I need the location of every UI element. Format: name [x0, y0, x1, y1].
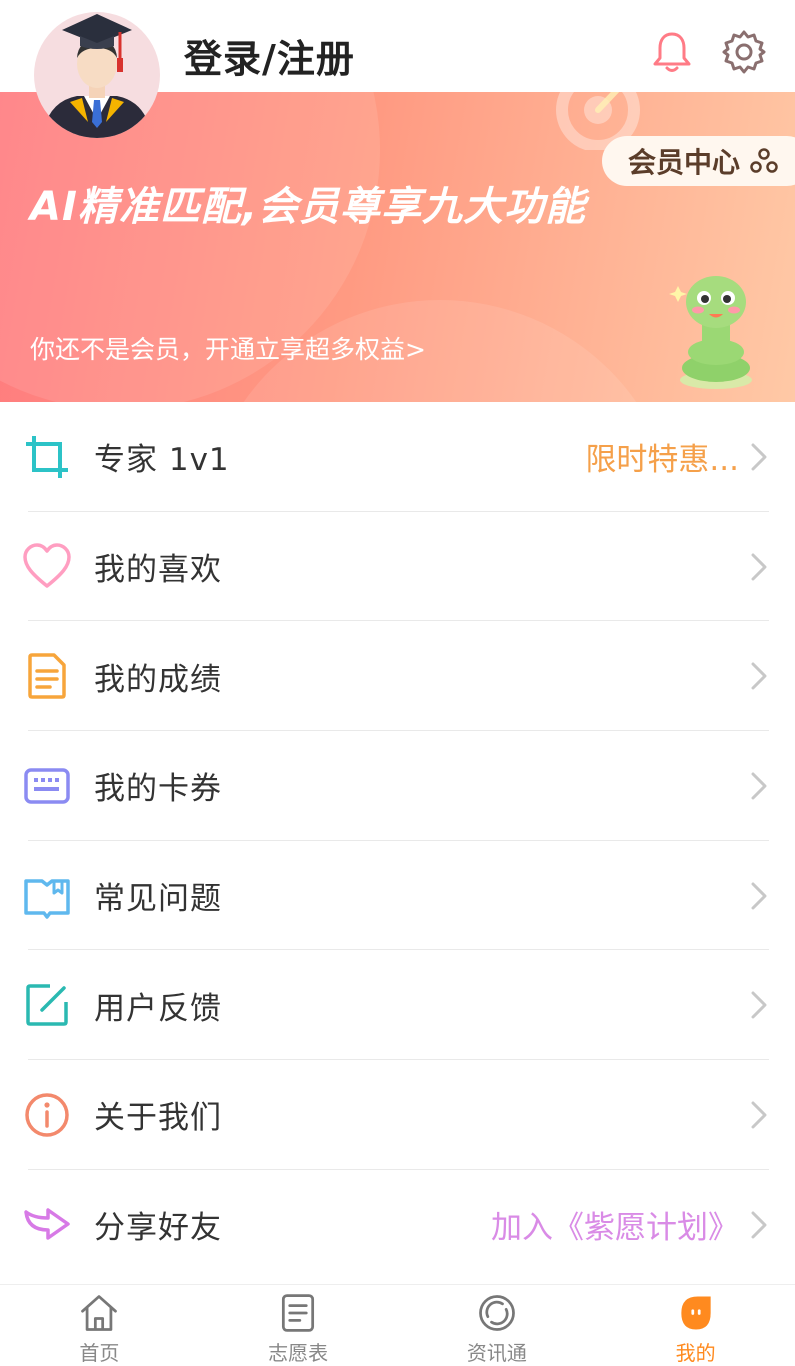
share-icon: [24, 1207, 70, 1240]
crop-icon: [26, 435, 68, 478]
bell-icon[interactable]: [648, 28, 696, 76]
home-icon: [81, 1295, 118, 1331]
menu-list: 专家 1v1 限时特惠... 我的喜欢 我的成绩 我的卡券 常见问题 用户反馈 …: [0, 402, 795, 1280]
menu-item-feedback[interactable]: 用户反馈: [0, 950, 795, 1061]
menu-item-label: 关于我们: [94, 1100, 222, 1137]
tab-home[interactable]: 首页: [0, 1285, 199, 1366]
menu-item-about[interactable]: 关于我们: [0, 1060, 795, 1170]
menu-item-expert[interactable]: 专家 1v1 限时特惠...: [0, 402, 795, 512]
info-icon: [25, 1093, 69, 1137]
member-center-label: 会员中心: [628, 146, 741, 179]
bottom-tab-bar: 首页 志愿表 资讯通 我的: [0, 1284, 795, 1366]
dots-icon: [750, 148, 778, 173]
chevron-right-icon: [751, 991, 767, 1019]
tab-news[interactable]: 资讯通: [398, 1285, 597, 1366]
chevron-right-icon: [751, 443, 767, 471]
book-icon: [24, 878, 70, 919]
menu-item-label: 专家 1v1: [94, 442, 230, 479]
menu-item-label: 我的成绩: [94, 661, 222, 698]
menu-item-label: 分享好友: [94, 1210, 222, 1247]
avatar[interactable]: [32, 10, 162, 140]
member-center-button[interactable]: 会员中心: [602, 136, 795, 186]
gear-icon[interactable]: [720, 28, 768, 76]
chevron-right-icon: [751, 1211, 767, 1239]
menu-item-favorites[interactable]: 我的喜欢: [0, 512, 795, 622]
banner-headline: AI精准匹配,会员尊享九大功能: [30, 184, 587, 230]
tab-label: 资讯通: [466, 1341, 527, 1365]
banner-subtitle[interactable]: 你还不是会员，开通立享超多权益>: [30, 330, 426, 366]
tab-label: 志愿表: [268, 1341, 329, 1365]
keyboard-icon: [24, 768, 70, 804]
chevron-right-icon: [751, 772, 767, 800]
edit-icon: [26, 984, 68, 1027]
menu-item-share[interactable]: 分享好友 加入《紫愿计划》: [0, 1170, 795, 1280]
menu-item-label: 我的喜欢: [94, 552, 222, 589]
list-icon: [282, 1294, 315, 1332]
menu-item-label: 我的卡券: [94, 771, 222, 808]
tab-label: 我的: [675, 1341, 716, 1365]
tab-label: 首页: [79, 1341, 120, 1365]
document-icon: [28, 653, 66, 699]
menu-item-faq[interactable]: 常见问题: [0, 841, 795, 951]
tab-volunteer-form[interactable]: 志愿表: [199, 1285, 398, 1366]
menu-item-label: 用户反馈: [94, 990, 222, 1027]
heart-icon: [23, 542, 71, 588]
chevron-right-icon: [751, 882, 767, 910]
login-register-link[interactable]: 登录/注册: [184, 28, 355, 83]
menu-item-promo: 限时特惠...: [585, 442, 739, 479]
menu-item-label: 常见问题: [94, 881, 222, 918]
menu-item-scores[interactable]: 我的成绩: [0, 621, 795, 732]
menu-item-promo: 加入《紫愿计划》: [491, 1210, 739, 1247]
chevron-right-icon: [751, 1101, 767, 1129]
chevron-right-icon: [751, 662, 767, 690]
chevron-right-icon: [751, 553, 767, 581]
profile-icon: [680, 1296, 711, 1330]
tab-mine[interactable]: 我的: [596, 1285, 795, 1366]
snake-mascot-icon: [669, 276, 752, 389]
menu-item-coupons[interactable]: 我的卡券: [0, 731, 795, 841]
circle-icon: [479, 1295, 515, 1331]
